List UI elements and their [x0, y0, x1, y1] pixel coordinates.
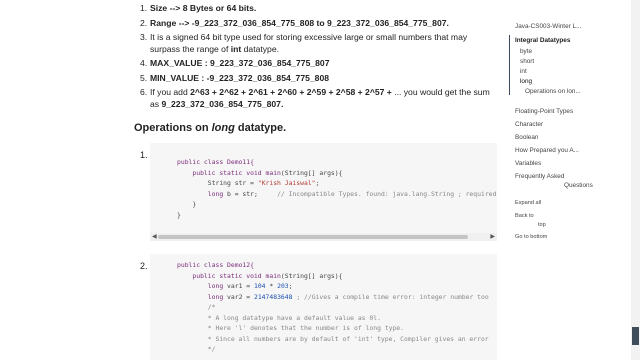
power-formula: 2^63 + 2^62 + 2^61 + 2^60 + 2^59 + 2^58 …	[190, 87, 392, 97]
toc-item-how-prepared[interactable]: How Prepared you A...	[515, 147, 579, 154]
toc-item-boolean[interactable]: Boolean	[515, 134, 538, 141]
toc-item-byte[interactable]: byte	[520, 48, 532, 55]
toc-item-operations-on-long[interactable]: Operations on lon...	[525, 88, 581, 95]
list-item: 1. Size --> 8 Bytes or 64 bits.	[140, 3, 257, 13]
scrollbar-thumb[interactable]	[632, 327, 639, 345]
expand-all-link[interactable]: Expand all	[515, 200, 541, 206]
sum-result: 9_223_372_036_854_775_807.	[161, 98, 284, 109]
toc-item-floating-point[interactable]: Floating-Point Types	[515, 108, 573, 115]
toc-top-link[interactable]: Java-CS003-Winter L...	[515, 23, 581, 30]
toc-item-faq-2[interactable]: Questions	[564, 182, 593, 189]
scroll-left-icon[interactable]: ◀	[152, 233, 157, 241]
code-horizontal-scrollbar[interactable]: ◀ ▶	[150, 233, 497, 241]
scrollbar-thumb[interactable]	[158, 235, 468, 239]
toc-item-faq[interactable]: Frequently Asked	[515, 173, 564, 180]
code-text: public class Demo11{ public static void …	[177, 158, 497, 219]
list-item: 6. If you add 2^63 + 2^62 + 2^61 + 2^60 …	[140, 87, 490, 109]
toc-item-int[interactable]: int	[520, 68, 527, 75]
back-to-top-link[interactable]: Back to	[515, 213, 534, 219]
toc-item-character[interactable]: Character	[515, 121, 543, 128]
code-block-number: 2.	[140, 261, 148, 271]
scroll-right-icon[interactable]: ▶	[490, 233, 495, 241]
min-value: MIN_VALUE : -9_223_372_036_854_775_808	[150, 72, 330, 83]
list-item: 4. MAX_VALUE : 9_223_372_036_854_775_807	[140, 58, 330, 68]
toc-item-variables[interactable]: Variables	[515, 160, 541, 167]
toc-item-integral-datatypes[interactable]: Integral Datatypes	[515, 37, 570, 44]
range-value: -9_223_372_036_854_775_808 to 9_223_372_…	[191, 17, 449, 28]
page-vertical-scrollbar[interactable]	[631, 0, 640, 360]
code-block-1[interactable]: public class Demo11{ public static void …	[150, 143, 497, 233]
size-value: 8 Bytes or 64 bits.	[182, 3, 257, 13]
list-item: 2. Range --> -9_223_372_036_854_775_808 …	[140, 17, 449, 28]
long-properties-list: 1. Size --> 8 Bytes or 64 bits. 2. Range…	[140, 3, 495, 113]
section-heading: Operations on long datatype.	[134, 122, 287, 134]
list-item: 5. MIN_VALUE : -9_223_372_036_854_775_80…	[140, 72, 330, 83]
toc-active-indicator	[509, 35, 510, 95]
table-of-contents: Java-CS003-Winter L... Integral Datatype…	[508, 0, 630, 360]
code-block-2[interactable]: public class Demo12{ public static void …	[150, 254, 497, 360]
article-content: 1. Size --> 8 Bytes or 64 bits. 2. Range…	[0, 0, 505, 360]
go-to-bottom-link[interactable]: Go to bottom	[515, 234, 547, 240]
back-to-top-link-2[interactable]: top	[538, 222, 546, 228]
list-item: 3. It is a signed 64 bit type used for s…	[140, 32, 468, 54]
code-block-number: 1.	[140, 150, 148, 160]
toc-item-long[interactable]: long	[520, 78, 532, 85]
max-value: MAX_VALUE : 9_223_372_036_854_775_807	[150, 58, 330, 68]
range-label: Range -->	[150, 17, 190, 28]
toc-item-short[interactable]: short	[520, 58, 534, 65]
code-text: public class Demo12{ public static void …	[177, 261, 489, 353]
size-label: Size -->	[150, 3, 181, 13]
